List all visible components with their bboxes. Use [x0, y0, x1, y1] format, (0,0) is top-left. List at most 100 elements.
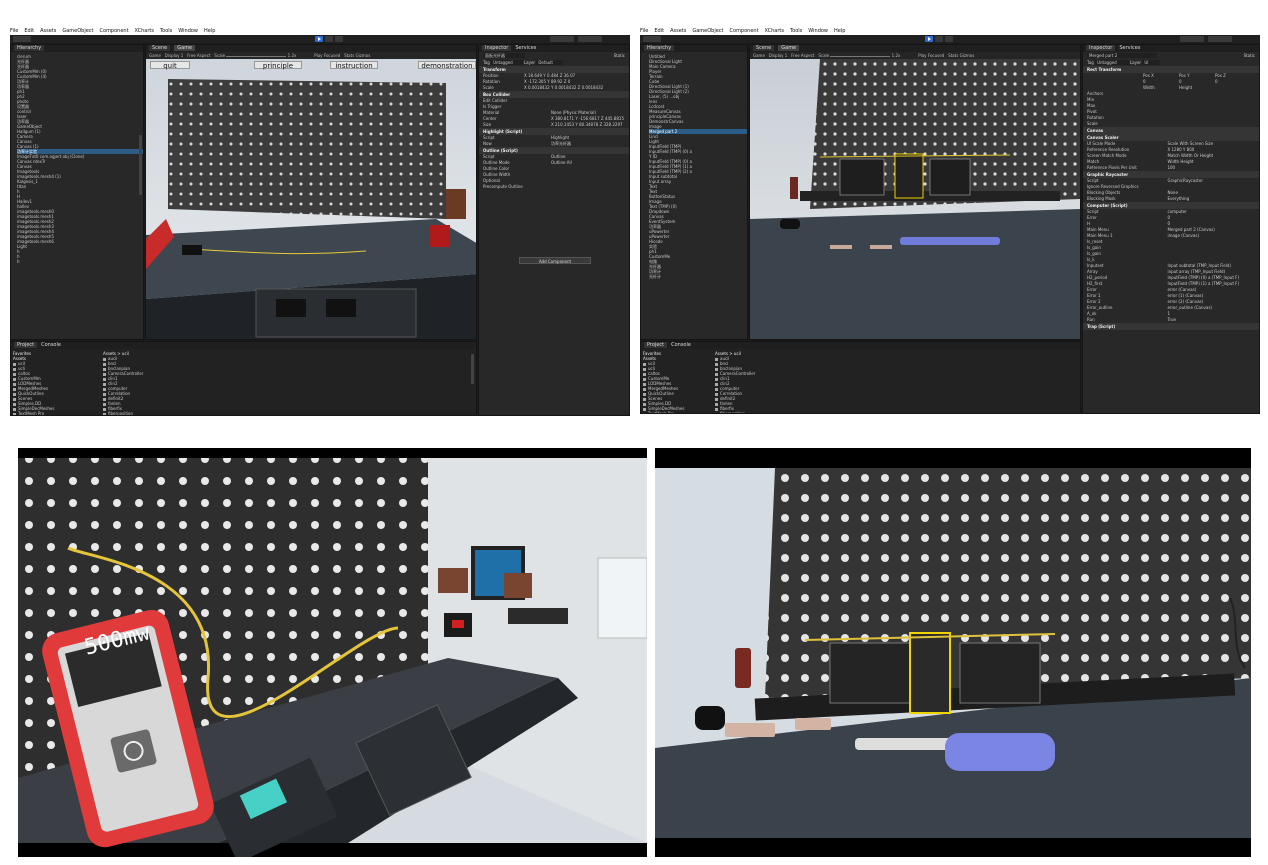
tag-label: Tag [483, 60, 490, 65]
asset-item[interactable]: fiberposition [715, 411, 1075, 413]
canvas-header[interactable]: Canvas [1083, 127, 1259, 134]
hierarchy-item[interactable]: 光纤计 [649, 274, 747, 279]
layout-dropdown[interactable] [578, 36, 602, 42]
pause-button-2[interactable] [935, 36, 943, 42]
menu-edit[interactable]: Edit [24, 28, 34, 34]
menu-file-2[interactable]: File [640, 28, 648, 34]
account-button[interactable] [13, 36, 31, 42]
hierarchy-tab-2[interactable]: Hierarchy [641, 45, 747, 52]
trap-script-header[interactable]: Trap (Script) [1083, 323, 1259, 330]
menu-tools-2[interactable]: Tools [790, 28, 802, 34]
inspector-row-label: Script [483, 154, 495, 159]
menu-edit-2[interactable]: Edit [654, 28, 664, 34]
box-collider-header[interactable]: Box Collider [479, 91, 629, 98]
game-mode-dropdown[interactable]: Game [149, 53, 161, 58]
tab-scene-2[interactable]: Scene [753, 45, 775, 51]
game-viewport-2[interactable] [750, 59, 1080, 339]
menu-component-2[interactable]: Component [730, 28, 759, 34]
transform-header[interactable]: Transform [479, 66, 629, 73]
play-focused-dropdown[interactable]: Play Focused [314, 53, 340, 58]
game-view-panel-2: Scene Game Game Display 1 Free Aspect Sca… [749, 44, 1081, 340]
project-tabs: Project Console [11, 342, 476, 349]
folder-item[interactable]: TextMesh Pro [643, 411, 713, 413]
step-button-2[interactable] [945, 36, 953, 42]
aspect-dropdown[interactable]: Free Aspect [187, 53, 210, 58]
tab-game[interactable]: Game [174, 45, 196, 51]
folder-item[interactable]: TextMesh Pro [13, 411, 99, 415]
gizmos-toggle[interactable]: Gizmos [356, 53, 371, 58]
layers-dropdown[interactable] [550, 36, 574, 42]
inspector-row-label: Outline Mode [483, 160, 510, 165]
pause-button[interactable] [325, 36, 333, 42]
inspector-row-label: Is_k [1087, 257, 1095, 262]
project-panel: Project Console Favorites Assets ucil ucli… [10, 341, 477, 416]
tab-project-2[interactable]: Project [644, 342, 668, 348]
tab-console[interactable]: Console [41, 342, 61, 348]
menu-xcharts-2[interactable]: XCharts [765, 28, 784, 34]
stats-toggle-2[interactable]: Stats [948, 53, 958, 58]
hierarchy-item[interactable]: h [17, 259, 143, 264]
scale-slider-2[interactable] [830, 55, 891, 57]
step-button[interactable] [335, 36, 343, 42]
tag-dropdown[interactable]: Untagged [491, 60, 523, 65]
layer-dropdown[interactable]: Default [536, 60, 563, 65]
menu-assets[interactable]: Assets [40, 28, 56, 34]
menu-window-2[interactable]: Window [808, 28, 828, 34]
menu-help[interactable]: Help [204, 28, 215, 34]
static-toggle[interactable]: Static [614, 52, 625, 60]
canvas-scaler-header[interactable]: Canvas Scaler [1083, 134, 1259, 141]
tab-game-2[interactable]: Game [778, 45, 800, 51]
menu-file[interactable]: File [10, 28, 18, 34]
game-viewport[interactable]: quit principle instruction demonstration [146, 59, 476, 339]
layers-dropdown-2[interactable] [1180, 36, 1204, 42]
hierarchy-tab[interactable]: Hierarchy [11, 45, 143, 52]
tag-label-2: Tag [1087, 60, 1094, 65]
inspector-row-label: Is_reset [1087, 239, 1103, 244]
aspect-dropdown-2[interactable]: Free Aspect [791, 53, 814, 58]
project-scrollbar[interactable] [471, 354, 474, 384]
tab-services-2[interactable]: Services [1119, 45, 1140, 51]
menu-gameobject[interactable]: GameObject [62, 28, 93, 34]
tab-project[interactable]: Project [14, 342, 38, 348]
menu-component[interactable]: Component [100, 28, 129, 34]
menu-help-2[interactable]: Help [834, 28, 845, 34]
static-toggle-2[interactable]: Static [1244, 52, 1255, 60]
inspector-content-2: Merged part 2 Static Tag Untagged Layer U… [1083, 52, 1259, 330]
layer-dropdown-2[interactable]: UI [1142, 60, 1161, 65]
stats-toggle[interactable]: Stats [344, 53, 354, 58]
graphic-raycaster-header[interactable]: Graphic Raycaster [1083, 171, 1259, 178]
tab-inspector-2[interactable]: Inspector [1086, 45, 1116, 51]
hierarchy-scrollbar[interactable] [139, 135, 142, 195]
game-mode-dropdown-2[interactable]: Game [753, 53, 765, 58]
highlight-header[interactable]: Highlight (Script) [479, 128, 629, 135]
tab-inspector[interactable]: Inspector [482, 45, 512, 51]
outline-header[interactable]: Outline (Script) [479, 147, 629, 154]
tag-dropdown-2[interactable]: Untagged [1095, 60, 1129, 65]
inspector-panel-2: Inspector Services Merged part 2 Static Ta… [1082, 44, 1260, 414]
play-button-2[interactable] [925, 36, 933, 42]
computer-script-header[interactable]: Computer (Script) [1083, 202, 1259, 209]
display-dropdown[interactable]: Display 1 [165, 53, 184, 58]
tab-scene[interactable]: Scene [149, 45, 171, 51]
object-name-field-2[interactable]: Merged part 2 [1087, 53, 1158, 58]
menu-window[interactable]: Window [178, 28, 198, 34]
menu-xcharts[interactable]: XCharts [135, 28, 154, 34]
gizmos-toggle-2[interactable]: Gizmos [960, 53, 975, 58]
object-name-field[interactable]: 面板光纤器 [483, 53, 525, 58]
account-button-2[interactable] [643, 36, 661, 42]
menu-tools[interactable]: Tools [160, 28, 172, 34]
anchor-rows: Anchors Min Max Pivot Rotation Scale [1083, 91, 1259, 127]
inspector-row-label: Screen Match Mode [1087, 153, 1127, 158]
menu-assets-2[interactable]: Assets [670, 28, 686, 34]
asset-item[interactable]: fiberposition [103, 411, 473, 415]
layout-dropdown-2[interactable] [1208, 36, 1232, 42]
tab-services[interactable]: Services [515, 45, 536, 51]
display-dropdown-2[interactable]: Display 1 [769, 53, 788, 58]
rect-transform-header[interactable]: Rect Transform [1083, 66, 1259, 73]
tab-console-2[interactable]: Console [671, 342, 691, 348]
menu-gameobject-2[interactable]: GameObject [692, 28, 723, 34]
scale-slider[interactable] [226, 55, 287, 57]
play-button[interactable] [315, 36, 323, 42]
add-component-button[interactable]: Add Component [519, 257, 591, 264]
play-focused-dropdown-2[interactable]: Play Focused [918, 53, 944, 58]
